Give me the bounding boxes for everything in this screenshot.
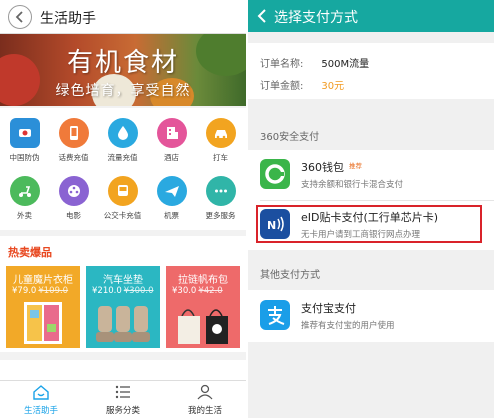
pay-method-name: 支付宝支付 <box>301 302 356 315</box>
service-anti-counterfeit[interactable]: 中国防伪 <box>0 118 49 163</box>
list-icon <box>115 385 130 399</box>
order-amount-label: 订单金额: <box>260 81 304 92</box>
service-label: 更多服务 <box>205 211 236 220</box>
plane-icon <box>156 176 187 206</box>
service-takeout[interactable]: 外卖 <box>0 176 49 221</box>
recommend-tag: 推荐 <box>349 162 362 170</box>
service-movie[interactable]: 电影 <box>49 176 98 221</box>
pay-method-alipay[interactable]: 支付宝支付 推荐有支付宝的用户使用 <box>248 291 494 341</box>
product-name: 汽车坐垫 <box>103 275 143 286</box>
pay-method-360-wallet[interactable]: 360钱包 推荐 支持余额和银行卡混合支付 <box>248 150 494 200</box>
banner-title: 有机食材 <box>66 48 179 78</box>
product-card[interactable]: 儿童魔片衣柜 ¥79.0 ¥109.0 <box>6 266 80 348</box>
page-title: 选择支付方式 <box>274 10 358 26</box>
tab-label: 我的生活 <box>187 406 222 416</box>
tab-my-life[interactable]: 我的生活 <box>164 381 246 418</box>
order-name-label: 订单名称: <box>260 59 304 70</box>
droplet-icon <box>107 118 138 148</box>
service-taxi[interactable]: 打车 <box>196 118 245 163</box>
old-price: ¥109.0 <box>38 286 69 296</box>
header-bar: 选择支付方式 <box>248 0 494 32</box>
product-name: 拉链帆布包 <box>178 275 228 286</box>
wallet-360-icon <box>260 159 290 189</box>
service-label: 机票 <box>164 211 179 220</box>
page-title: 生活助手 <box>40 11 96 27</box>
service-grid: 中国防伪 话费充值 流量充值 酒店 打车 外卖 电影 公交卡充值 机票 更多服务 <box>0 108 246 230</box>
next-section-peek <box>0 360 246 382</box>
order-amount-value: 30元 <box>321 81 345 92</box>
pay-method-name: 360钱包 推荐 <box>301 161 362 174</box>
seat-cushion-image <box>96 306 150 342</box>
service-label: 中国防伪 <box>9 153 40 162</box>
banner-pager <box>106 98 142 106</box>
chevron-left-icon <box>15 11 23 23</box>
service-flight[interactable]: 机票 <box>147 176 196 221</box>
order-amount-row: 订单金额: 30元 <box>260 77 344 92</box>
promo-banner[interactable]: 有机食材 绿色培育，享受自然 <box>0 34 246 106</box>
pay-method-desc: 推荐有支付宝的用户使用 <box>301 321 395 331</box>
service-hotel[interactable]: 酒店 <box>147 118 196 163</box>
service-label: 电影 <box>66 211 81 220</box>
banner-subtitle: 绿色培育，享受自然 <box>55 83 191 99</box>
service-bus-card[interactable]: 公交卡充值 <box>98 176 147 221</box>
section-label-360: 360安全支付 <box>260 132 320 143</box>
back-arrow-icon[interactable] <box>256 8 268 24</box>
section-title: 热卖爆品 <box>8 246 52 259</box>
order-name-value: 500M流量 <box>321 59 370 70</box>
canvas-bag-image <box>178 309 228 344</box>
payment-method-screen: 选择支付方式 订单名称: 500M流量 订单金额: 30元 360安全支付 360钱… <box>248 0 494 418</box>
user-icon <box>197 384 213 400</box>
order-name-row: 订单名称: 500M流量 <box>260 55 369 70</box>
life-assistant-screen: 生活助手 有机食材 绿色培育，享受自然 中国防伪 话费充值 流量充值 酒店 打车… <box>0 0 246 418</box>
service-label: 公交卡充值 <box>103 211 142 220</box>
taxi-icon <box>205 118 236 148</box>
order-summary: 订单名称: 500M流量 订单金额: 30元 <box>248 43 494 99</box>
back-button[interactable] <box>8 5 32 29</box>
highlight-box <box>256 205 482 243</box>
service-label: 流量充值 <box>107 153 138 162</box>
more-icon <box>205 176 236 206</box>
product-name: 儿童魔片衣柜 <box>13 275 73 286</box>
tab-label: 服务分类 <box>105 406 140 416</box>
tab-label: 生活助手 <box>23 406 58 416</box>
service-more[interactable]: 更多服务 <box>196 176 245 221</box>
header-bar: 生活助手 <box>0 0 246 34</box>
section-label-other: 其他支付方式 <box>260 270 320 281</box>
pay-method-desc: 支持余额和银行卡混合支付 <box>301 180 404 190</box>
service-label: 外卖 <box>17 211 32 220</box>
bottom-tab-bar: 生活助手 服务分类 我的生活 <box>0 380 246 418</box>
product-price: ¥79.0 ¥109.0 <box>12 286 69 296</box>
tab-life-assistant[interactable]: 生活助手 <box>0 381 82 418</box>
shield-icon <box>9 118 40 148</box>
service-data-recharge[interactable]: 流量充值 <box>98 118 147 163</box>
alipay-icon <box>260 300 290 330</box>
home-icon <box>33 385 49 400</box>
product-card[interactable]: 拉链帆布包 ¥30.0 ¥42.0 <box>166 266 240 348</box>
wardrobe-image <box>24 302 62 344</box>
product-price: ¥30.0 ¥42.0 <box>172 286 223 296</box>
service-label: 话费充值 <box>58 153 89 162</box>
phone-icon <box>58 118 89 148</box>
old-price: ¥300.0 <box>123 286 154 296</box>
hot-products-section: 热卖爆品 儿童魔片衣柜 ¥79.0 ¥109.0 汽车坐垫 ¥210.0 ¥300.… <box>0 236 246 352</box>
film-icon <box>58 176 89 206</box>
scooter-icon <box>9 176 40 206</box>
service-label: 酒店 <box>164 153 179 162</box>
hotel-icon <box>156 118 187 148</box>
tab-service-category[interactable]: 服务分类 <box>82 381 164 418</box>
service-label: 打车 <box>213 153 228 162</box>
bus-icon <box>107 176 138 206</box>
payment-list-other: 支付宝支付 推荐有支付宝的用户使用 <box>248 290 494 342</box>
product-price: ¥210.0 ¥300.0 <box>92 286 154 296</box>
service-phone-recharge[interactable]: 话费充值 <box>49 118 98 163</box>
old-price: ¥42.0 <box>198 286 223 296</box>
product-card[interactable]: 汽车坐垫 ¥210.0 ¥300.0 <box>86 266 160 348</box>
